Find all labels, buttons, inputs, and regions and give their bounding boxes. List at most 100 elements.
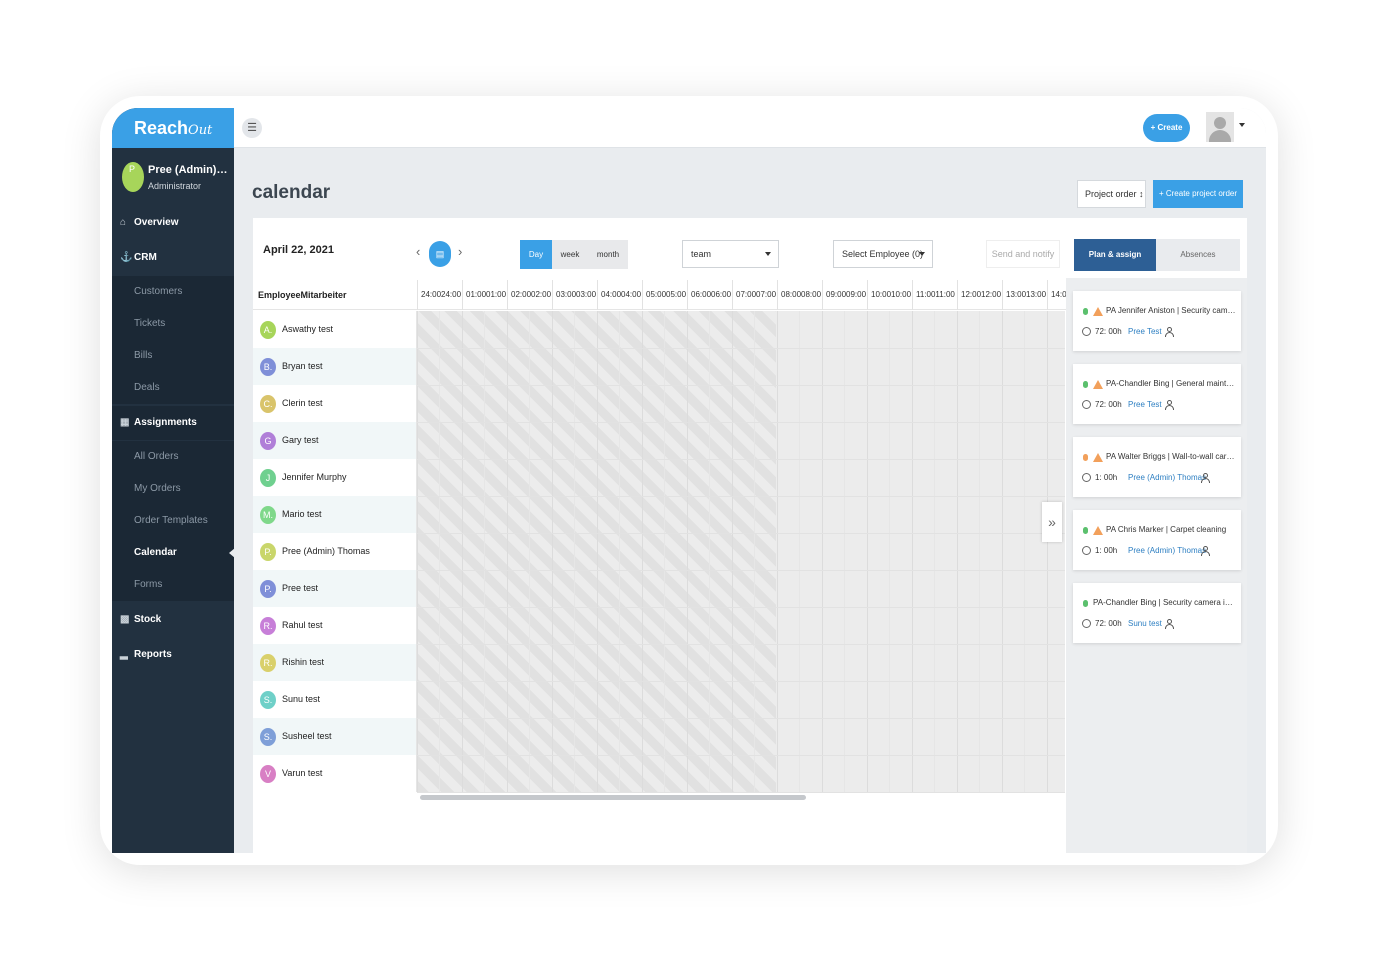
menu-toggle-icon[interactable]: ☰ — [242, 118, 262, 138]
tab-absences[interactable]: Absences — [1156, 239, 1240, 271]
schedule-grid[interactable] — [417, 311, 1065, 793]
employee-name: Gary test — [282, 435, 319, 445]
sidebar-item-all-orders[interactable]: All Orders — [112, 441, 234, 473]
sidebar-item-my-orders[interactable]: My Orders — [112, 473, 234, 505]
next-day-icon[interactable]: › — [458, 244, 462, 259]
horizontal-scrollbar[interactable] — [420, 795, 806, 800]
employee-row[interactable]: P. Pree test — [253, 570, 417, 607]
order-card[interactable]: PA Walter Briggs | Wall-to-wall carpet..… — [1073, 437, 1241, 497]
sidebar-item-tickets[interactable]: Tickets — [112, 308, 234, 340]
nav-assignments[interactable]: ▦ Assignments — [112, 406, 234, 440]
send-notify-button[interactable]: Send and notify — [986, 240, 1060, 268]
order-title: PA-Chandler Bing | General maintena... — [1106, 379, 1236, 388]
calendar-icon[interactable]: ▤ — [429, 241, 451, 267]
order-assignee[interactable]: Pree (Admin) Thomas — [1128, 546, 1206, 555]
employee-name: Pree test — [282, 583, 319, 593]
avatar: C. — [260, 395, 276, 413]
anchor-icon: ⚓ — [120, 252, 133, 263]
hour-gridline — [1002, 311, 1003, 793]
person-icon — [1165, 400, 1175, 410]
half-hour-gridline — [439, 311, 440, 793]
order-title: PA Jennifer Aniston | Security camer... — [1106, 306, 1236, 315]
person-icon — [1201, 546, 1211, 556]
hour-gridline — [732, 311, 733, 793]
expand-panel-icon[interactable]: » — [1042, 502, 1062, 542]
nav-stock[interactable]: ▩ Stock — [112, 603, 234, 637]
order-assignee[interactable]: Pree Test — [1128, 400, 1162, 409]
row-gridline — [417, 533, 1065, 534]
user-role: Administrator — [148, 181, 202, 191]
sidebar-item-customers[interactable]: Customers — [112, 276, 234, 308]
status-dot — [1083, 454, 1088, 461]
half-hour-gridline — [754, 311, 755, 793]
create-project-order-button[interactable]: + Create project order — [1153, 180, 1243, 208]
hour-header: 10:0010:00 — [867, 280, 912, 310]
team-select[interactable]: team — [682, 240, 779, 268]
employee-row[interactable]: R. Rishin test — [253, 644, 417, 681]
row-gridline — [417, 792, 1065, 793]
tab-plan-assign[interactable]: Plan & assign — [1074, 239, 1156, 271]
order-assignee[interactable]: Pree Test — [1128, 327, 1162, 336]
employee-row[interactable]: J Jennifer Murphy — [253, 459, 417, 496]
user-avatar[interactable] — [1206, 112, 1234, 142]
hour-gridline — [507, 311, 508, 793]
sidebar-item-deals[interactable]: Deals — [112, 372, 234, 404]
employee-row[interactable]: R. Rahul test — [253, 607, 417, 644]
order-duration: 72: 00h — [1095, 327, 1122, 336]
order-card[interactable]: PA-Chandler Bing | General maintena... 72… — [1073, 364, 1241, 424]
warning-icon — [1093, 453, 1103, 462]
employee-name: Rishin test — [282, 657, 325, 667]
nav-reports[interactable]: ▂ Reports — [112, 638, 234, 672]
row-gridline — [417, 459, 1065, 460]
employee-row[interactable]: V Varun test — [253, 755, 417, 792]
sidebar-item-calendar[interactable]: Calendar — [112, 537, 235, 569]
employee-row[interactable]: B. Bryan test — [253, 348, 417, 385]
user-profile[interactable]: P Pree (Admin) T... Administrator — [112, 148, 234, 206]
chevron-down-icon[interactable] — [1239, 123, 1245, 127]
employee-row[interactable]: M. Mario test — [253, 496, 417, 533]
employee-row[interactable]: S. Sunu test — [253, 681, 417, 718]
app-logo[interactable]: ReachOut — [112, 108, 234, 148]
create-button[interactable]: + Create — [1143, 114, 1190, 142]
view-day-button[interactable]: Day — [520, 240, 552, 269]
hour-headers: 24:0024:00 01:0001:00 02:0002:00 03:0003:00… — [417, 280, 1067, 310]
row-gridline — [417, 718, 1065, 719]
employee-row[interactable]: S. Susheel test — [253, 718, 417, 755]
sidebar-item-order-templates[interactable]: Order Templates — [112, 505, 234, 537]
hour-header: 04:0004:00 — [597, 280, 642, 310]
employee-column-header: EmployeeMitarbeiter — [258, 290, 347, 300]
nav-overview[interactable]: ⌂ Overview — [112, 206, 234, 240]
employee-row[interactable]: G Gary test — [253, 422, 417, 459]
hour-header: 24:0024:00 — [417, 280, 462, 310]
order-card[interactable]: PA Jennifer Aniston | Security camer... 7… — [1073, 291, 1241, 351]
person-icon — [1165, 327, 1175, 337]
sidebar-item-forms[interactable]: Forms — [112, 569, 234, 601]
employee-row[interactable]: C. Clerin test — [253, 385, 417, 422]
hour-header: 07:0007:00 — [732, 280, 777, 310]
order-card[interactable]: PA Chris Marker | Carpet cleaning 1: 00h P… — [1073, 510, 1241, 570]
prev-day-icon[interactable]: ‹ — [416, 244, 420, 259]
employee-select[interactable]: Select Employee (0) — [833, 240, 933, 268]
chevron-down-icon — [919, 252, 925, 256]
hour-header: 14:00 — [1047, 280, 1067, 310]
hour-gridline — [642, 311, 643, 793]
employee-name: Aswathy test — [282, 324, 334, 334]
project-order-select[interactable]: Project order ↕ — [1077, 180, 1146, 208]
view-week-button[interactable]: week — [552, 240, 588, 269]
view-month-button[interactable]: month — [588, 240, 628, 269]
order-card[interactable]: PA-Chandler Bing | Security camera inst.… — [1073, 583, 1241, 643]
employee-row[interactable]: A. Aswathy test — [253, 311, 417, 348]
avatar: P — [122, 162, 144, 192]
row-gridline — [417, 681, 1065, 682]
hour-header: 01:0001:00 — [462, 280, 507, 310]
order-assignee[interactable]: Sunu test — [1128, 619, 1162, 628]
employee-row[interactable]: P. Pree (Admin) Thomas — [253, 533, 417, 570]
row-gridline — [417, 570, 1065, 571]
status-dot — [1083, 308, 1088, 315]
order-duration: 72: 00h — [1095, 619, 1122, 628]
half-hour-gridline — [574, 311, 575, 793]
nav-crm[interactable]: ⚓ CRM — [112, 241, 234, 275]
order-title: PA Chris Marker | Carpet cleaning — [1106, 525, 1227, 534]
order-assignee[interactable]: Pree (Admin) Thomas — [1128, 473, 1206, 482]
sidebar-item-bills[interactable]: Bills — [112, 340, 234, 372]
